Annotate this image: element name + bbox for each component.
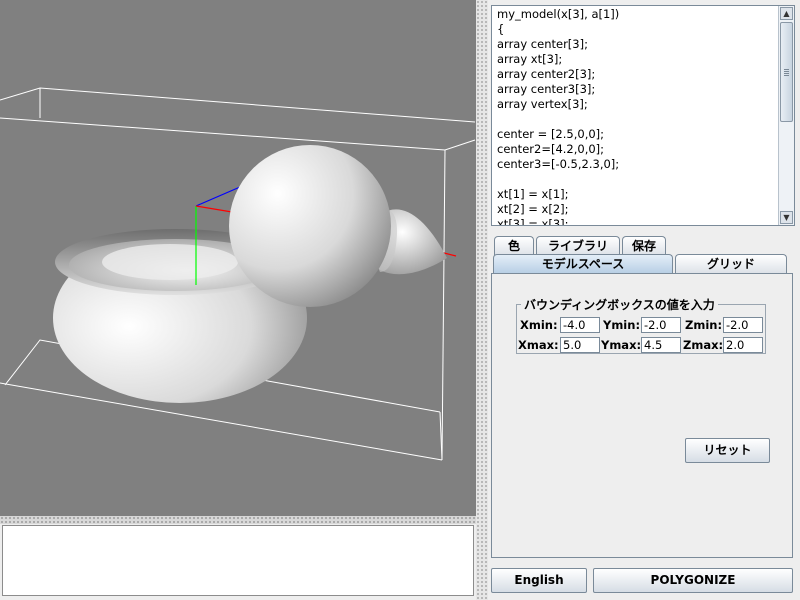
xmin-field[interactable]: -4.0 (560, 317, 600, 333)
code-line[interactable]: xt[3] = x[3]; (497, 217, 777, 225)
xmax-field[interactable]: 5.0 (560, 337, 600, 353)
xmax-label: Xmax: (518, 338, 559, 352)
code-line[interactable] (497, 112, 777, 127)
code-line[interactable]: center = [2.5,0,0]; (497, 127, 777, 142)
tab-color[interactable]: 色 (494, 236, 534, 255)
3d-viewport[interactable] (0, 0, 476, 516)
vertical-splitter[interactable] (476, 0, 488, 600)
tab-library[interactable]: ライブラリ (536, 236, 620, 255)
polygonize-button[interactable]: POLYGONIZE (593, 568, 793, 593)
code-line[interactable] (497, 172, 777, 187)
ymax-label: Ymax: (601, 338, 642, 352)
code-line[interactable]: xt[2] = x[2]; (497, 202, 777, 217)
code-line[interactable]: center3=[-0.5,2.3,0]; (497, 157, 777, 172)
tab-grid[interactable]: グリッド (675, 254, 787, 273)
horizontal-splitter[interactable] (0, 516, 476, 524)
code-line[interactable]: center2=[4.2,0,0]; (497, 142, 777, 157)
code-line[interactable]: { (497, 22, 777, 37)
scroll-down-button[interactable]: ▼ (780, 211, 793, 224)
ymax-field[interactable]: 4.5 (641, 337, 681, 353)
code-scrollbar[interactable]: ▲ ▼ (778, 6, 794, 225)
code-line[interactable]: array xt[3]; (497, 52, 777, 67)
code-line[interactable]: array center3[3]; (497, 82, 777, 97)
reset-button[interactable]: リセット (685, 438, 770, 463)
code-line[interactable]: array center2[3]; (497, 67, 777, 82)
output-console[interactable] (2, 525, 474, 596)
english-button[interactable]: English (491, 568, 587, 593)
duck-head (229, 145, 391, 307)
code-line[interactable]: array center[3]; (497, 37, 777, 52)
zmin-field[interactable]: -2.0 (723, 317, 763, 333)
x-axis-line (195, 205, 233, 213)
tab-save[interactable]: 保存 (622, 236, 666, 255)
ymin-label: Ymin: (603, 318, 641, 332)
zmax-field[interactable]: 2.0 (723, 337, 763, 353)
bounding-box-title: バウンディングボックスの値を入力 (521, 296, 718, 313)
code-line[interactable]: my_model(x[3], a[1]) (497, 7, 777, 22)
code-line[interactable]: xt[1] = x[1]; (497, 187, 777, 202)
scroll-thumb[interactable] (780, 22, 793, 122)
xmin-label: Xmin: (520, 318, 558, 332)
code-line[interactable]: array vertex[3]; (497, 97, 777, 112)
code-editor[interactable]: my_model(x[3], a[1]){array center[3]; arr… (491, 5, 795, 226)
zmax-label: Zmax: (683, 338, 724, 352)
zmin-label: Zmin: (685, 318, 723, 332)
ymin-field[interactable]: -2.0 (641, 317, 681, 333)
model-render (0, 87, 476, 461)
code-text[interactable]: my_model(x[3], a[1]){array center[3]; arr… (497, 7, 777, 225)
tab-model-space[interactable]: モデルスペース (493, 254, 673, 273)
scroll-up-button[interactable]: ▲ (780, 7, 793, 20)
